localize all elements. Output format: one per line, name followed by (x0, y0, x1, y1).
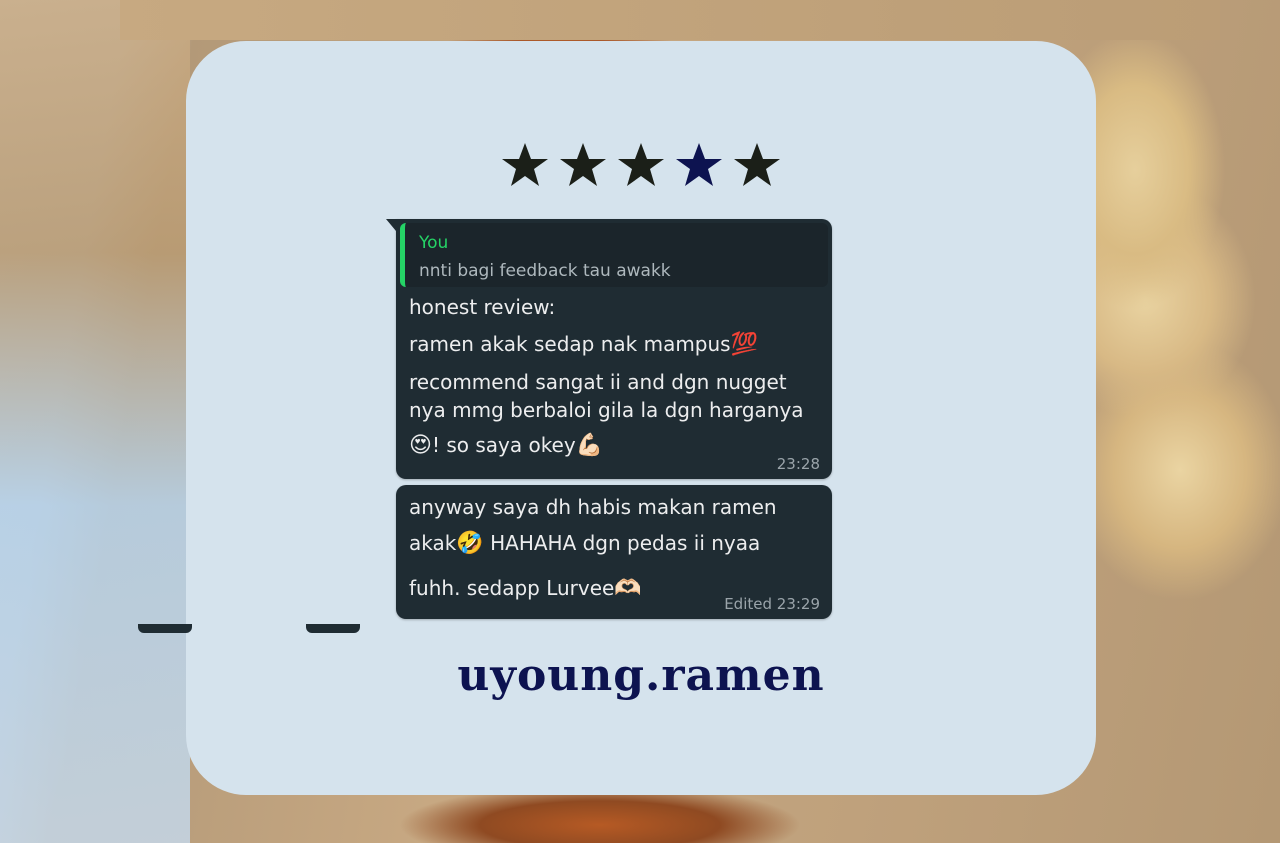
quoted-reply: You nnti bagi feedback tau awakk (400, 223, 828, 287)
message-text: ! so saya okey (431, 433, 576, 457)
brand-name: uyoung.ramen (457, 650, 825, 701)
star-icon (734, 143, 780, 186)
quote-text: nnti bagi feedback tau awakk (419, 261, 671, 281)
box-flap-left (0, 0, 190, 843)
message-text: fuhh. sedapp Lurvee (409, 576, 615, 600)
message-line: honest review: (409, 295, 556, 319)
chat-screenshot: You nnti bagi feedback tau awakk honest … (386, 219, 832, 619)
star-icon (502, 143, 548, 186)
message-text: ramen akak sedap nak mampus (409, 332, 731, 356)
message-line: fuhh. sedapp Lurvee🫶🏻 (409, 576, 642, 601)
message-timestamp: Edited 23:29 (724, 595, 820, 613)
bubble-fragment (138, 624, 192, 633)
star-icon (560, 143, 606, 186)
message-line: akak🤣 HAHAHA dgn pedas ii nyaa (409, 531, 760, 556)
chat-edge-fragment (130, 624, 390, 634)
quote-author: You (419, 233, 449, 253)
message-bubble: anyway saya dh habis makan ramen akak🤣 H… (396, 485, 832, 619)
message-bubble: You nnti bagi feedback tau awakk honest … (386, 219, 832, 479)
box-flap-top (120, 0, 1220, 40)
message-line: anyway saya dh habis makan ramen (409, 495, 777, 519)
hundred-points-icon: 💯 (730, 332, 758, 357)
rolling-laughing-icon: 🤣 (456, 531, 484, 556)
bubble-fragment (306, 624, 360, 633)
star-icon (618, 143, 664, 186)
star-icon (676, 143, 722, 186)
message-line: recommend sangat ii and dgn nugget (409, 370, 787, 394)
heart-hands-icon: 🫶🏻 (614, 576, 642, 601)
message-line: ramen akak sedap nak mampus💯 (409, 332, 758, 357)
heart-eyes-icon: 😍 (409, 433, 432, 458)
message-line: nya mmg berbaloi gila la dgn harganya (409, 398, 804, 422)
message-text: HAHAHA dgn pedas ii nyaa (490, 531, 761, 555)
message-text: akak (409, 531, 457, 555)
flexed-biceps-icon: 💪🏻 (575, 433, 604, 458)
message-timestamp: 23:28 (776, 455, 820, 473)
message-line: 😍! so saya okey💪🏻 (409, 433, 603, 458)
star-rating (500, 140, 782, 190)
